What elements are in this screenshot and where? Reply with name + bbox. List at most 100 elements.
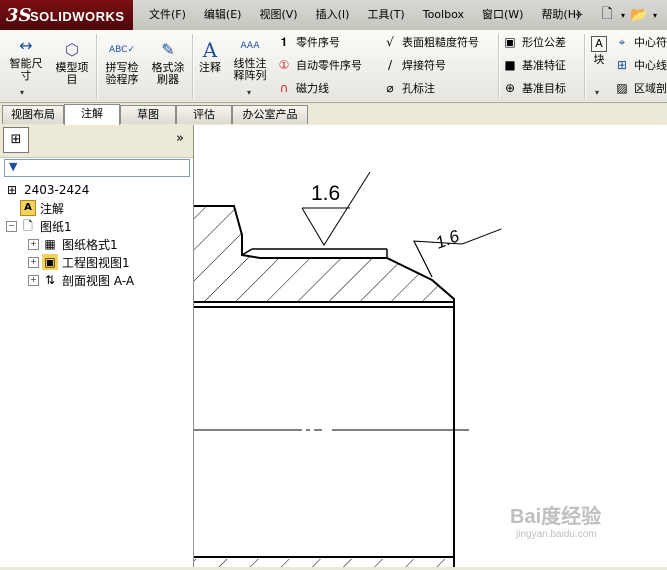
menu-tools[interactable]: 工具(T) [358, 0, 413, 30]
weld-symbol-label: 焊接符号 [402, 59, 446, 72]
balloon-button[interactable]: 𝟏 零件序号 [276, 32, 340, 52]
surface-finish-button[interactable]: √ 表面粗糙度符号 [382, 32, 479, 52]
datum-target-button[interactable]: ⊕ 基准目标 [502, 78, 566, 98]
spell-checker-label: 拼写检 验程序 [105, 61, 139, 86]
centerline-icon: ⊞ [616, 58, 628, 72]
gtol-icon: ▣ [504, 35, 516, 49]
hole-callout-icon: ⌀ [386, 81, 394, 95]
datum-feature-button[interactable]: ■ 基准特征 [502, 55, 566, 75]
format-painter-label: 格式涂 刷器 [151, 61, 185, 86]
expand-icon[interactable]: + [28, 274, 39, 286]
tab-sketch[interactable]: 草图 [120, 105, 176, 124]
tree-filter-input[interactable]: ▼ [4, 159, 190, 177]
menu-insert[interactable]: 插入(I) [307, 0, 359, 30]
area-hatch-icon: ▨ [616, 81, 628, 95]
roughness-value-left: 1.6 [311, 182, 340, 205]
chevron-down-icon[interactable]: ▾ [20, 88, 24, 97]
linear-note-pattern-icon: AAA [240, 41, 260, 51]
solidworks-logo[interactable]: 3S SOLIDWORKS [0, 0, 133, 30]
magnet-icon: ∩ [279, 81, 289, 95]
hatched-section-upper [194, 206, 454, 302]
auto-balloon-button[interactable]: ① 自动零件序号 [276, 55, 362, 75]
tab-annotation[interactable]: 注解 [64, 104, 120, 125]
chevron-down-icon[interactable]: ▾ [618, 4, 628, 26]
watermark-brand: Bai度经验 [510, 506, 602, 528]
centerline-label: 中心线 [634, 59, 667, 72]
tree-root-label: 2403-2424 [24, 183, 90, 197]
menu-toolbox[interactable]: Toolbox [414, 0, 473, 30]
menu-edit[interactable]: 编辑(E) [195, 0, 251, 30]
sheet-icon: 🗋 [23, 219, 33, 233]
smart-dimension-icon: ↔ [19, 36, 33, 55]
menu-file[interactable]: 文件(F) [140, 0, 195, 30]
chevron-down-icon[interactable]: ▾ [595, 88, 599, 97]
separator [96, 34, 98, 98]
area-hatch-label: 区域剖 [634, 82, 667, 95]
tab-evaluate[interactable]: 评估 [176, 105, 232, 124]
hole-callout-button[interactable]: ⌀ 孔标注 [382, 78, 435, 98]
model-items-button[interactable]: ⬡ 模型项 目 [50, 40, 94, 86]
note-icon: A [202, 38, 218, 62]
model-items-label: 模型项 目 [55, 61, 89, 86]
tree-item-sheet-label: 图纸1 [40, 219, 72, 234]
expand-panel-icon[interactable]: » [176, 131, 184, 146]
magnetic-line-button[interactable]: ∩ 磁力线 [276, 78, 329, 98]
center-mark-label: 中心符 [634, 36, 667, 49]
chamfer-line [241, 248, 253, 256]
format-painter-button[interactable]: ✎ 格式涂 刷器 [146, 40, 190, 86]
smart-dimension-button[interactable]: ↔ 智能尺 寸 [4, 36, 48, 82]
auto-balloon-icon: ① [278, 58, 290, 72]
tab-office-products[interactable]: 办公室产品 [232, 105, 308, 124]
datum-target-label: 基准目标 [522, 82, 566, 95]
linear-note-pattern-button[interactable]: AAA 线性注 释阵列 [228, 36, 272, 82]
tree-root[interactable]: ⊞ 2403-2424 [4, 181, 89, 199]
roughness-symbol-right: 1.6 [413, 226, 502, 278]
menu-bar: 文件(F) 编辑(E) 视图(V) 插入(I) 工具(T) Toolbox 窗口… [140, 0, 589, 30]
feature-manager-tab-icon[interactable]: ⊞ [3, 127, 29, 153]
note-label: 注释 [199, 61, 221, 74]
center-mark-button[interactable]: ⌖ 中心符 [614, 32, 667, 52]
filter-icon: ▼ [9, 160, 18, 173]
ds-logo-icon: 3S [6, 5, 32, 26]
collapse-icon[interactable]: − [6, 220, 17, 232]
tree-item-drawing-view[interactable]: + ▣ 工程图视图1 [28, 253, 130, 271]
magnetic-line-label: 磁力线 [296, 82, 329, 95]
format-painter-icon: ✎ [161, 40, 175, 59]
expand-icon[interactable]: + [28, 238, 39, 250]
block-button[interactable]: A 块 [588, 36, 610, 66]
roughness-value-right: 1.6 [433, 226, 462, 252]
drawing-document-icon: ⊞ [6, 183, 18, 197]
auto-balloon-label: 自动零件序号 [296, 59, 362, 72]
tree-item-sheet-format-label: 图纸格式1 [62, 237, 118, 252]
spell-checker-button[interactable]: ABC✓ 拼写检 验程序 [100, 40, 144, 86]
app-name: SOLIDWORKS [30, 9, 125, 24]
feature-manager-panel: ⊞ » ▼ ⊞ 2403-2424 A 注解 − 🗋 图纸1 + ▦ 图纸格式1… [0, 125, 194, 567]
tree-item-drawing-view-label: 工程图视图1 [62, 255, 130, 270]
note-button[interactable]: A 注释 [194, 40, 226, 74]
tree-item-section-view[interactable]: + ⇅ 剖面视图 A-A [28, 271, 134, 289]
new-document-icon[interactable]: 🗋 [596, 4, 618, 26]
tree-item-sheet[interactable]: − 🗋 图纸1 [6, 217, 72, 235]
gtol-button[interactable]: ▣ 形位公差 [502, 32, 566, 52]
tab-view-layout[interactable]: 视图布局 [2, 105, 64, 124]
tree-item-annotations-label: 注解 [40, 201, 65, 216]
chevron-down-icon[interactable]: ▾ [650, 4, 660, 26]
open-folder-icon[interactable]: 📂 [628, 4, 650, 26]
menu-view[interactable]: 视图(V) [250, 0, 306, 30]
surface-finish-icon: √ [386, 35, 394, 49]
weld-symbol-icon: ∕ [387, 58, 393, 72]
drawing-view-icon: ▣ [42, 254, 58, 270]
datum-feature-icon: ■ [504, 58, 516, 72]
weld-symbol-button[interactable]: ∕ 焊接符号 [382, 55, 446, 75]
command-manager-ribbon: ↔ 智能尺 寸 ▾ ⬡ 模型项 目 ABC✓ 拼写检 验程序 ✎ 格式涂 刷器 … [0, 30, 667, 103]
centerline-button[interactable]: ⊞ 中心线 [614, 55, 667, 75]
datum-feature-label: 基准特征 [522, 59, 566, 72]
pushpin-icon[interactable]: ⌖ [568, 4, 590, 26]
tree-item-sheet-format[interactable]: + ▦ 图纸格式1 [28, 235, 118, 253]
tree-item-annotations[interactable]: A 注解 [20, 199, 64, 217]
expand-icon[interactable]: + [28, 256, 39, 268]
separator [584, 34, 586, 98]
area-hatch-button[interactable]: ▨ 区域剖 [614, 78, 667, 98]
chevron-down-icon[interactable]: ▾ [247, 88, 251, 97]
menu-window[interactable]: 窗口(W) [473, 0, 532, 30]
